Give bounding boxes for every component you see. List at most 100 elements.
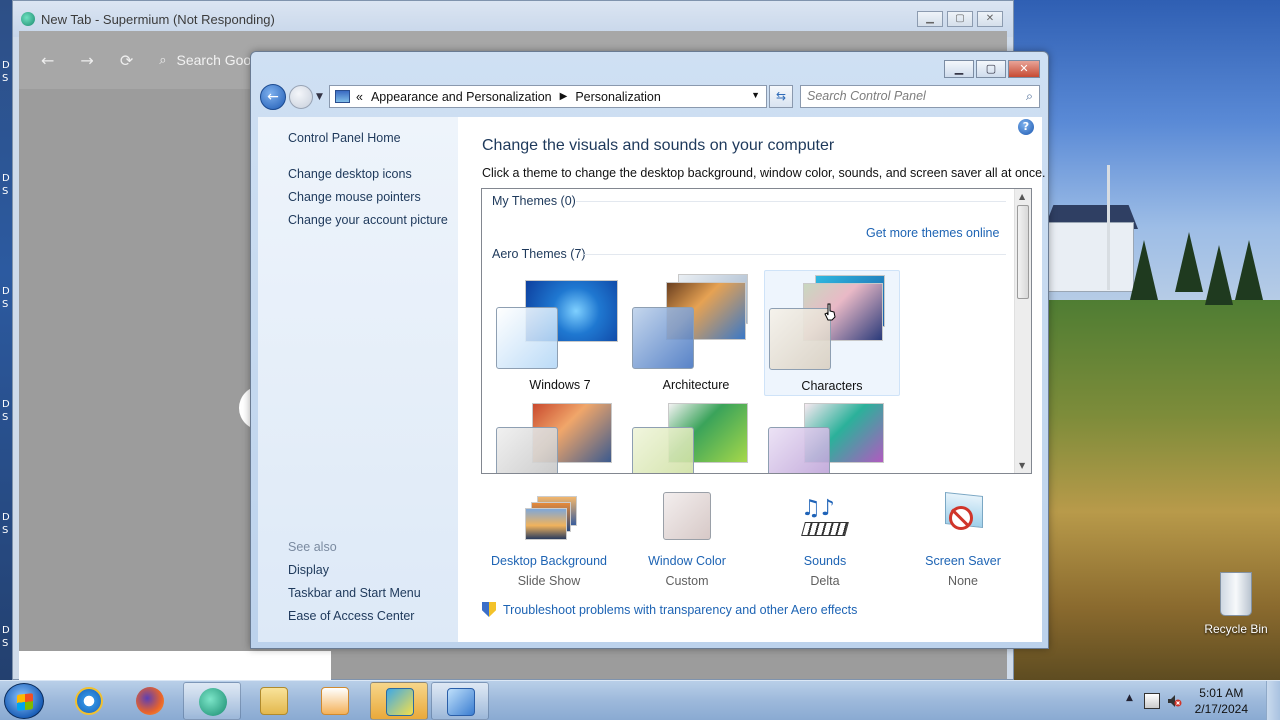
theme-architecture[interactable]: Architecture [628, 272, 764, 398]
sounds-value: Delta [810, 574, 840, 588]
refresh-button[interactable]: ⇆ [769, 85, 793, 108]
desktop-icon-label[interactable]: S [2, 299, 8, 311]
recent-pages-dropdown-icon[interactable]: ▼ [316, 92, 323, 102]
desktop-icon-label[interactable]: S [2, 186, 8, 198]
browser-search-box[interactable]: Search Goog [177, 52, 260, 68]
recycle-bin-icon [1220, 572, 1252, 616]
forward-arrow-icon[interactable]: → [80, 51, 93, 70]
search-icon[interactable]: ⌕ [1026, 86, 1033, 107]
system-tray: ▲ 5:01 AM 2/17/2024 [1120, 681, 1280, 720]
theme-glass-color-preview [496, 427, 558, 473]
cp-minimize-button[interactable]: ▁ [944, 60, 974, 78]
link-taskbar-start-menu[interactable]: Taskbar and Start Menu [288, 586, 421, 600]
theme-item[interactable] [628, 397, 764, 473]
scrollbar-thumb[interactable] [1017, 205, 1029, 299]
reload-icon[interactable]: ⟳ [120, 51, 133, 70]
theme-item[interactable] [764, 397, 900, 473]
browser-maximize-button[interactable]: ▢ [947, 11, 973, 27]
link-change-mouse-pointers[interactable]: Change mouse pointers [288, 190, 421, 204]
link-change-desktop-icons[interactable]: Change desktop icons [288, 167, 412, 181]
get-more-themes-link[interactable]: Get more themes online [866, 226, 999, 240]
theme-list-scrollbar[interactable]: ▲ ▼ [1014, 189, 1031, 473]
show-desktop-button[interactable] [1266, 681, 1280, 720]
cp-close-button[interactable]: ✕ [1008, 60, 1040, 78]
wallpaper-tree [1205, 245, 1233, 305]
troubleshoot-link[interactable]: Troubleshoot problems with transparency … [482, 602, 857, 617]
media-player-icon [321, 687, 349, 715]
see-also-heading: See also [288, 540, 337, 554]
desktop-icon-label[interactable]: D [2, 399, 10, 411]
back-button[interactable]: ← [260, 84, 286, 110]
volume-muted-icon[interactable] [1166, 693, 1182, 709]
taskbar-active-app[interactable] [370, 682, 428, 720]
recycle-bin[interactable]: Recycle Bin [1200, 572, 1272, 636]
search-control-panel-input[interactable]: Search Control Panel ⌕ [800, 85, 1040, 108]
breadcrumb-separator-icon[interactable]: ▶ [560, 91, 568, 102]
link-control-panel-home[interactable]: Control Panel Home [288, 131, 401, 145]
address-dropdown-icon[interactable]: ▼ [751, 90, 760, 100]
desktop-icon-label[interactable]: D [2, 512, 10, 524]
breadcrumb-appearance[interactable]: Appearance and Personalization [371, 90, 552, 104]
desktop-background-link[interactable]: Desktop Background [484, 554, 614, 568]
window-color-setting[interactable]: Window Color Custom [622, 492, 752, 588]
help-icon[interactable]: ? [1018, 119, 1034, 135]
troubleshoot-link-text[interactable]: Troubleshoot problems with transparency … [503, 603, 857, 617]
sounds-link[interactable]: Sounds [760, 554, 890, 568]
desktop-icon-label[interactable]: S [2, 638, 8, 650]
scroll-down-icon[interactable]: ▼ [1019, 461, 1025, 470]
desktop-icon-label[interactable]: D [2, 173, 10, 185]
forward-button[interactable] [289, 85, 313, 109]
theme-label: Windows 7 [529, 378, 591, 392]
desktop-icon-label[interactable]: D [2, 60, 10, 72]
taskbar-supermium[interactable] [183, 682, 241, 720]
theme-characters[interactable]: Characters [764, 270, 900, 396]
sounds-setting[interactable]: ♫♪ Sounds Delta [760, 492, 890, 588]
sounds-icon: ♫♪ [797, 492, 853, 544]
desktop-background-value: Slide Show [517, 574, 581, 588]
breadcrumb-overflow[interactable]: « [356, 90, 363, 104]
breadcrumb-personalization[interactable]: Personalization [575, 90, 660, 104]
desktop-background-setting[interactable]: Desktop Background Slide Show [484, 492, 614, 588]
theme-item[interactable] [492, 397, 628, 473]
taskbar-media-player[interactable] [306, 682, 364, 720]
window-color-link[interactable]: Window Color [622, 554, 752, 568]
desktop-icon-label[interactable]: S [2, 525, 8, 537]
browser-bottom-panel [19, 651, 331, 681]
show-hidden-icons-icon[interactable]: ▲ [1126, 693, 1133, 703]
aero-themes-group-label: Aero Themes (7) [492, 247, 586, 261]
start-button[interactable] [4, 683, 44, 719]
taskbar-internet-explorer[interactable] [60, 682, 118, 720]
taskbar-control-panel[interactable] [431, 682, 489, 720]
window-color-icon [663, 492, 711, 540]
theme-windows-7[interactable]: Windows 7 [492, 272, 628, 398]
link-change-account-picture[interactable]: Change your account picture [288, 213, 448, 227]
back-arrow-icon[interactable]: ← [41, 51, 54, 70]
wallpaper-tree [1235, 240, 1263, 300]
desktop-icon-label[interactable]: D [2, 286, 10, 298]
link-ease-of-access[interactable]: Ease of Access Center [288, 609, 414, 623]
cp-maximize-button[interactable]: ▢ [976, 60, 1006, 78]
taskbar-firefox[interactable] [121, 682, 179, 720]
theme-glass-color-preview [768, 427, 830, 473]
desktop-icon-label[interactable]: S [2, 73, 8, 85]
clock[interactable]: 5:01 AM 2/17/2024 [1195, 685, 1248, 717]
screen-saver-setting[interactable]: Screen Saver None [898, 492, 1028, 588]
personalization-window[interactable]: ▁ ▢ ✕ ← ▼ « Appearance and Personalizati… [250, 51, 1049, 649]
desktop-icon-label[interactable]: D [2, 625, 10, 637]
screen-saver-link[interactable]: Screen Saver [898, 554, 1028, 568]
link-display[interactable]: Display [288, 563, 329, 577]
clock-date: 2/17/2024 [1194, 702, 1248, 716]
network-icon[interactable] [1144, 693, 1160, 709]
theme-glass-color-preview [496, 307, 558, 369]
address-bar[interactable]: « Appearance and Personalization ▶ Perso… [329, 85, 767, 108]
supermium-logo-icon [21, 12, 35, 26]
browser-minimize-button[interactable]: ▁ [917, 11, 943, 27]
theme-list[interactable]: My Themes (0) Get more themes online Aer… [481, 188, 1032, 474]
wallpaper-house [1048, 222, 1134, 292]
recycle-bin-label: Recycle Bin [1204, 622, 1268, 636]
desktop-icon-label[interactable]: S [2, 412, 8, 424]
taskbar-explorer[interactable] [245, 682, 303, 720]
browser-close-button[interactable]: ✕ [977, 11, 1003, 27]
scroll-up-icon[interactable]: ▲ [1019, 192, 1025, 201]
uac-shield-icon [482, 602, 496, 617]
